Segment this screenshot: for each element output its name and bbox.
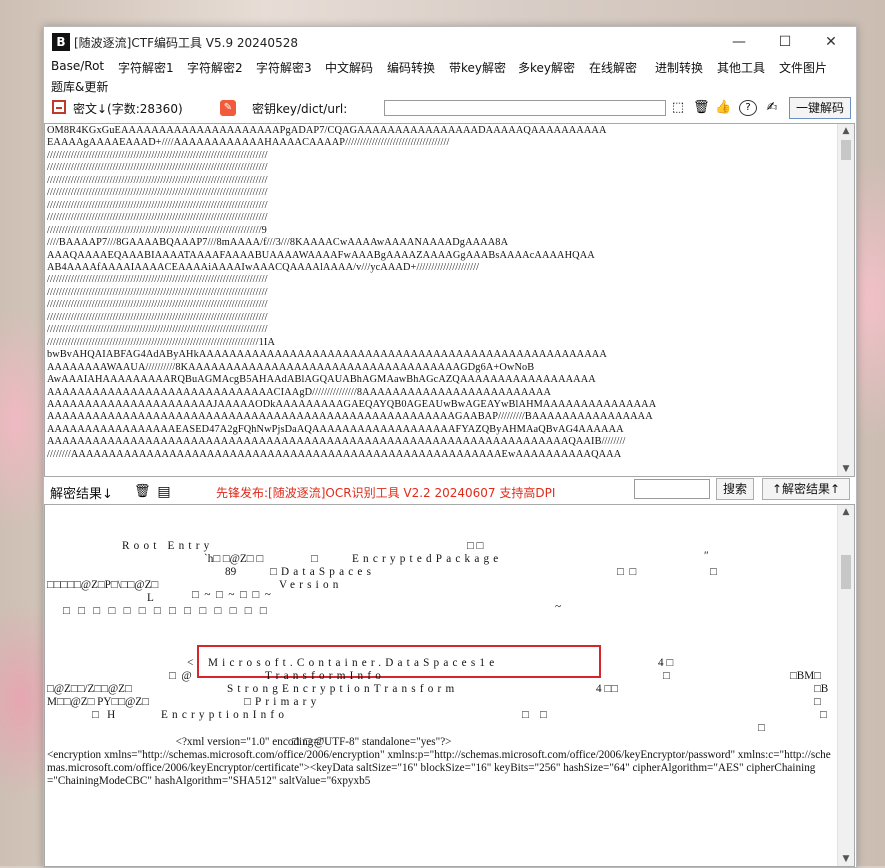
scroll-thumb[interactable] bbox=[841, 140, 851, 160]
result-glyphs: □B bbox=[814, 683, 829, 695]
result-scrollbar[interactable]: ▲ ▼ bbox=[837, 505, 854, 866]
search-button[interactable]: 搜索 bbox=[716, 478, 754, 500]
scroll-down-arrow-icon[interactable]: ▼ bbox=[838, 462, 854, 476]
key-label: 密钥key/dict/url: bbox=[252, 102, 348, 116]
cipher-label: 密文↓(字数:28360) bbox=[73, 102, 183, 116]
release-notice[interactable]: 先锋发布:[随波逐流]OCR识别工具 V2.2 20240607 支持高DPI bbox=[216, 484, 555, 501]
edit-icon[interactable]: ✍ bbox=[764, 100, 780, 116]
scroll-up-arrow-icon[interactable]: ▲ bbox=[838, 124, 854, 138]
move-result-up-button[interactable]: ↑解密结果↑ bbox=[762, 478, 850, 500]
result-glyphs: □ bbox=[820, 709, 827, 721]
result-glyphs: □□□□□@Z□P□\□□@Z□ bbox=[47, 579, 159, 591]
menu-base-rot[interactable]: Base/Rot bbox=[51, 59, 104, 73]
copy-icon[interactable]: ▤ bbox=[156, 484, 172, 500]
result-xml-text: <?xml version="1.0" encoding="UTF-8" sta… bbox=[47, 736, 831, 787]
result-glyphs: < bbox=[187, 657, 194, 669]
result-glyphs: ~ bbox=[555, 601, 562, 613]
result-glyphs: □ □ bbox=[467, 540, 484, 552]
result-glyphs: `h□ □@Z□ □ bbox=[204, 553, 264, 565]
result-glyphs: □@Z□□/Z□□@Z□ bbox=[47, 683, 132, 695]
result-glyphs: □ bbox=[663, 670, 670, 682]
result-glyphs: □ bbox=[814, 696, 821, 708]
result-glyphs: L bbox=[147, 592, 154, 604]
menu-char-decrypt-3[interactable]: 字符解密3 bbox=[256, 59, 312, 76]
search-input[interactable] bbox=[634, 479, 710, 499]
menu-question-bank-update[interactable]: 题库&更新 bbox=[51, 78, 108, 95]
result-glyphs: □ bbox=[710, 566, 717, 578]
result-glyphs: □ □ bbox=[522, 709, 547, 721]
result-glyphs: □BM□ bbox=[790, 670, 821, 682]
app-logo-icon: B bbox=[52, 33, 70, 51]
menu-file-image[interactable]: 文件图片 bbox=[779, 59, 827, 76]
cursor-icon[interactable]: ⬚ bbox=[670, 100, 686, 116]
red-box-icon[interactable] bbox=[52, 100, 66, 114]
result-glyphs: □ H bbox=[92, 709, 116, 721]
result-glyphs: ″ bbox=[704, 550, 709, 562]
result-glyphs: 4 □ bbox=[658, 657, 674, 669]
thumbs-up-icon[interactable]: 👍 bbox=[715, 100, 731, 116]
scroll-thumb[interactable] bbox=[841, 555, 851, 589]
menu-bar: Base/Rot 字符解密1 字符解密2 字符解密3 中文解码 编码转换 带ke… bbox=[44, 57, 856, 95]
result-encrypted-package: EncryptedPackage bbox=[352, 553, 503, 565]
trash-icon[interactable]: 🗑 bbox=[693, 100, 710, 116]
result-primary: □Primary bbox=[244, 696, 321, 708]
result-label: 解密结果↓ bbox=[50, 487, 113, 502]
key-input[interactable] bbox=[384, 100, 666, 116]
trash-icon[interactable]: 🗑 bbox=[134, 484, 151, 500]
menu-encoding-convert[interactable]: 编码转换 bbox=[387, 59, 435, 76]
result-dataspaces: □DataSpaces bbox=[270, 566, 376, 578]
cipher-scrollbar[interactable]: ▲ ▼ bbox=[837, 124, 854, 476]
cipher-text: OM8R4KGxGuEAAAAAAAAAAAAAAAAAAAAAPgADAP7/… bbox=[47, 125, 657, 460]
menu-multi-key-decrypt[interactable]: 多key解密 bbox=[518, 59, 575, 76]
menu-base-convert[interactable]: 进制转换 bbox=[655, 59, 703, 76]
menu-char-decrypt-2[interactable]: 字符解密2 bbox=[187, 59, 243, 76]
result-encryption-info: EncryptionInfo bbox=[161, 709, 289, 721]
maximize-button[interactable]: ☐ bbox=[762, 27, 808, 57]
result-glyphs: 89 bbox=[225, 566, 237, 578]
minimize-button[interactable]: — bbox=[716, 27, 762, 57]
result-glyphs: □ ~ □ ~ □ □ ~ bbox=[192, 589, 271, 601]
result-glyphs: 4 □□ bbox=[596, 683, 618, 695]
result-transforminfo: TransformInfo bbox=[265, 670, 386, 682]
pen-icon[interactable]: ✎ bbox=[220, 100, 236, 116]
scroll-down-arrow-icon[interactable]: ▼ bbox=[838, 852, 854, 866]
result-glyphs: □ □ bbox=[617, 566, 637, 578]
menu-other-tools[interactable]: 其他工具 bbox=[717, 59, 765, 76]
result-root-entry: Root Entry bbox=[122, 540, 214, 552]
cipher-textarea[interactable]: OM8R4KGxGuEAAAAAAAAAAAAAAAAAAAAAPgADAP7/… bbox=[44, 123, 855, 477]
result-version: Version bbox=[279, 579, 343, 591]
menu-online-decrypt[interactable]: 在线解密 bbox=[589, 59, 637, 76]
result-glyphs: □ □ □ □ □ □ □ □ □ □ □ □ □ □ bbox=[63, 605, 267, 617]
result-glyphs: □ bbox=[758, 722, 765, 734]
scroll-up-arrow-icon[interactable]: ▲ bbox=[838, 505, 854, 519]
help-icon[interactable]: ? bbox=[739, 100, 757, 116]
window-title: [随波逐流]CTF编码工具 V5.9 20240528 bbox=[74, 36, 298, 50]
app-window: B [随波逐流]CTF编码工具 V5.9 20240528 — ☐ ✕ Base… bbox=[43, 26, 857, 868]
menu-key-decrypt[interactable]: 带key解密 bbox=[449, 59, 506, 76]
menu-char-decrypt-1[interactable]: 字符解密1 bbox=[118, 59, 174, 76]
result-strong-encryption-transform: StrongEncryptionTransform bbox=[227, 683, 459, 695]
result-microsoft-container-dataspaces: Microsoft.Container.DataSpaces1e bbox=[208, 657, 499, 669]
result-glyphs: M□□@Z□ PY□□@Z□ bbox=[47, 696, 149, 708]
close-button[interactable]: ✕ bbox=[808, 27, 854, 57]
one-click-decode-button[interactable]: 一键解码 bbox=[789, 97, 851, 119]
title-bar: B [随波逐流]CTF编码工具 V5.9 20240528 — ☐ ✕ bbox=[44, 27, 856, 57]
menu-chinese-decode[interactable]: 中文解码 bbox=[325, 59, 373, 76]
result-glyphs: □ @ bbox=[169, 670, 192, 682]
result-glyphs: □ bbox=[311, 553, 318, 565]
